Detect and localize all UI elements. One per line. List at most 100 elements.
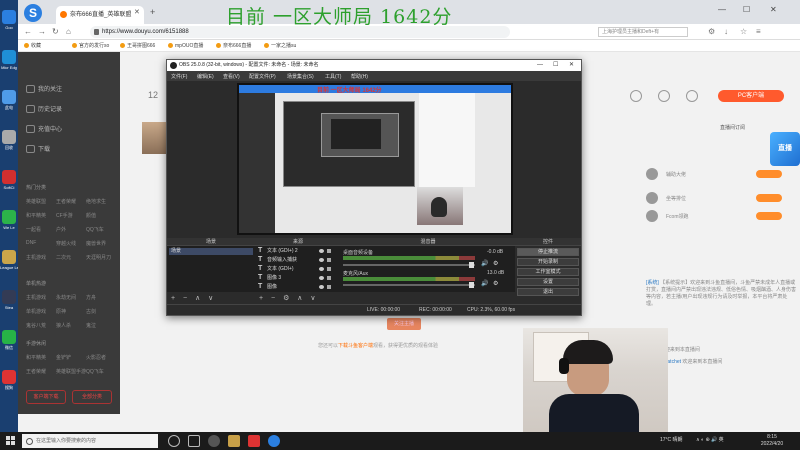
source-item[interactable]: T 图像 (257, 283, 337, 291)
visibility-eye-icon[interactable] (319, 276, 324, 280)
obs-control-button[interactable]: 停止推流 (517, 248, 579, 256)
maximize-icon[interactable]: ☐ (743, 5, 750, 14)
visibility-eye-icon[interactable] (319, 285, 324, 289)
fader-knob[interactable] (469, 262, 474, 268)
source-item[interactable]: T 音频输入捕获 (257, 256, 337, 264)
bookmark-item[interactable]: 收藏 (24, 42, 41, 49)
sidebar-category[interactable]: 狼人杀 (56, 322, 71, 329)
speaker-icon[interactable]: 🔊 (481, 260, 488, 267)
subscribe-button[interactable]: 直播间订阅 (720, 124, 776, 134)
sidebar-category[interactable]: 鬼泣 (86, 322, 96, 329)
source-item[interactable]: T 文本 (GDI+) (257, 265, 337, 273)
menu-icon[interactable]: ≡ (756, 27, 761, 36)
desktop-app-icon[interactable] (2, 210, 16, 224)
download-icon[interactable]: ↓ (724, 27, 728, 36)
close-window-icon[interactable]: ✕ (770, 5, 777, 14)
client-link[interactable]: 下载斗鱼客户端 (338, 343, 373, 349)
desktop-app-icon[interactable] (2, 170, 16, 184)
cortana-icon[interactable] (168, 435, 180, 447)
extension-icon[interactable]: ⚙ (708, 27, 715, 36)
lock-icon[interactable] (327, 276, 331, 280)
desktop-app-icon[interactable] (2, 370, 16, 384)
sidebar-category[interactable]: 一起看 (26, 226, 41, 233)
lol-taskbar-icon[interactable] (228, 435, 240, 447)
list-item[interactable]: 辅助大佬 (646, 168, 796, 182)
source-item[interactable]: T 文本 (GDI+) 2 (257, 247, 337, 255)
promo-image[interactable]: 直播 (770, 132, 800, 166)
sidebar-category[interactable]: 和平精英 (26, 354, 46, 361)
obs-control-button[interactable]: 工作室模式 (517, 268, 579, 276)
sidebar-category[interactable]: 绝地求生 (86, 198, 106, 205)
scene-item[interactable]: 场景 (169, 248, 253, 255)
sidebar-category[interactable]: 英雄联盟 (26, 198, 46, 205)
source-item[interactable]: T 图像 3 (257, 274, 337, 282)
sidebar-category[interactable]: 金铲铲 (56, 354, 71, 361)
bookmark-item[interactable]: mpOUO直播 (168, 42, 203, 49)
forward-icon[interactable]: → (38, 27, 46, 36)
sidebar-category[interactable]: QQ飞车 (86, 368, 104, 375)
sidebar-category[interactable]: 方舟 (86, 294, 96, 301)
fader-knob[interactable] (469, 282, 474, 288)
sidebar-category[interactable]: 天涯明月刀 (86, 254, 111, 261)
lock-icon[interactable] (327, 267, 331, 271)
sidebar-category[interactable]: 魔兽世界 (86, 240, 106, 247)
bookmark-item[interactable]: 一家之播su (264, 42, 296, 49)
browser-taskbar-icon[interactable] (268, 435, 280, 447)
mixer-settings-icon[interactable]: ⚙ (493, 260, 498, 267)
app-taskbar-icon[interactable] (248, 435, 260, 447)
list-item[interactable]: 坐等排位 (646, 192, 796, 206)
bookmark-item[interactable]: 王哥拼图666 (120, 42, 155, 49)
sidebar-category[interactable]: 英雄联盟手游 (56, 368, 86, 375)
visibility-eye-icon[interactable] (319, 249, 324, 253)
obs-control-button[interactable]: 设置 (517, 278, 579, 286)
sidebar-category[interactable]: 穿越火线 (56, 240, 76, 247)
volume-fader[interactable] (343, 262, 475, 268)
desktop-app-icon[interactable] (2, 10, 16, 24)
obs-menu-item[interactable]: 场景集合(S) (287, 73, 314, 80)
sidebar-category[interactable]: 鬼谷八荒 (26, 322, 46, 329)
windows-start-icon[interactable] (6, 436, 16, 446)
sidebar-category[interactable]: DNF (26, 240, 36, 246)
visibility-eye-icon[interactable] (319, 267, 324, 271)
taskbar-search-input[interactable]: 在这里输入你要搜索的内容 (22, 434, 158, 448)
obs-close-icon[interactable]: ✕ (569, 60, 574, 71)
sidebar-category[interactable]: 主机游戏 (26, 294, 46, 301)
home-icon[interactable]: ⌂ (66, 27, 71, 36)
desktop-app-icon[interactable] (2, 50, 16, 64)
bell-icon[interactable] (658, 90, 670, 102)
minimize-icon[interactable]: — (718, 5, 726, 14)
sidebar-category[interactable]: 和平精英 (26, 212, 46, 219)
sidebar-category[interactable]: 二次元 (56, 254, 71, 261)
source-tools[interactable]: + − ⚙ ∧ ∨ (259, 294, 318, 302)
sidebar-item-download[interactable]: 下载 (26, 144, 50, 153)
sidebar-category[interactable]: QQ飞车 (86, 226, 104, 233)
sidebar-item-history[interactable]: 历史记录 (26, 104, 62, 113)
tray-icons[interactable]: ∧ ◐ ⊕ 🔊 英 (696, 436, 724, 443)
star-icon[interactable]: ☆ (740, 27, 747, 36)
all-categories-button[interactable]: 全部分类 (72, 390, 112, 404)
new-tab-icon[interactable]: + (150, 7, 155, 17)
sidebar-category[interactable]: 主机游戏 (26, 254, 46, 261)
sidebar-category[interactable]: 火影忍者 (86, 354, 106, 361)
sidebar-category[interactable]: 户外 (56, 226, 66, 233)
obs-minimize-icon[interactable]: — (537, 60, 543, 71)
sidebar-category[interactable]: 单机游戏 (26, 308, 46, 315)
obs-maximize-icon[interactable]: ☐ (553, 60, 558, 71)
tab-close-icon[interactable]: ✕ (134, 8, 140, 16)
desktop-app-icon[interactable] (2, 330, 16, 344)
obs-control-button[interactable]: 开始录制 (517, 258, 579, 266)
desktop-app-icon[interactable] (2, 250, 16, 264)
visibility-eye-icon[interactable] (319, 258, 324, 262)
obs-menu-item[interactable]: 编辑(E) (197, 73, 214, 80)
sidebar-category[interactable]: CF手游 (56, 212, 73, 219)
sidebar-category[interactable]: 王者荣耀 (56, 198, 76, 205)
client-download-button[interactable]: 客户端下载 (26, 390, 66, 404)
sidebar-item-recharge[interactable]: 充值中心 (26, 124, 62, 133)
clock[interactable]: 8:15 2022/4/20 (752, 434, 792, 448)
obs-preview[interactable]: 目前 一区大师局 1642分 (237, 83, 513, 235)
mixer-settings-icon[interactable]: ⚙ (493, 280, 498, 287)
weather[interactable]: 17°C 晴朗 (660, 436, 683, 443)
speaker-icon[interactable]: 🔊 (481, 280, 488, 287)
back-icon[interactable]: ← (24, 27, 32, 36)
obs-menu-item[interactable]: 工具(T) (325, 73, 341, 80)
